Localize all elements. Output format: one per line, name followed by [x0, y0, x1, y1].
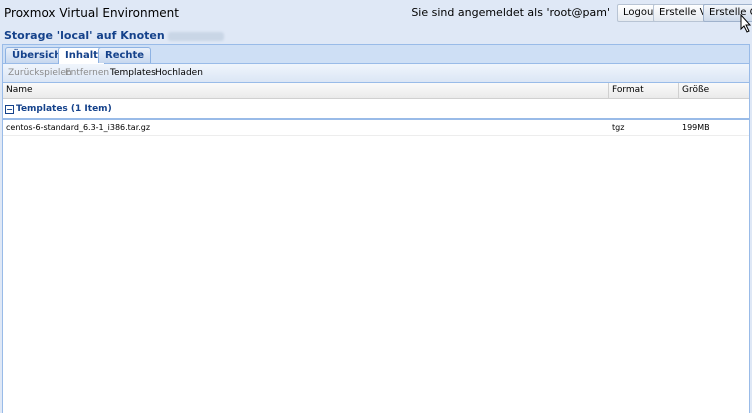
- remove-button[interactable]: Entfernen: [65, 68, 109, 78]
- top-bar: Proxmox Virtual Environment Sie sind ang…: [0, 0, 752, 24]
- content-toolbar: Zurückspielen Entfernen Templates Hochla…: [3, 64, 749, 83]
- node-name-redacted: [167, 31, 224, 41]
- tab-permissions[interactable]: Rechte: [98, 47, 152, 63]
- storage-title-text: Storage 'local' auf Knoten: [4, 29, 165, 42]
- column-header-format[interactable]: Format: [609, 83, 679, 98]
- storage-title: Storage 'local' auf Knoten: [4, 29, 224, 42]
- tab-strip: Übersicht Inhalt Rechte: [3, 45, 749, 64]
- storage-panel: Übersicht Inhalt Rechte Zurückspielen En…: [2, 44, 750, 413]
- login-info: Sie sind angemeldet als 'root@pam': [411, 6, 610, 19]
- table-row[interactable]: centos-6-standard_6.3-1_i386.tar.gz tgz …: [3, 121, 749, 136]
- group-row-templates[interactable]: − Templates (1 Item): [3, 102, 749, 120]
- collapse-icon[interactable]: −: [5, 105, 14, 114]
- mouse-cursor-icon: [740, 14, 752, 33]
- column-header-name[interactable]: Name: [3, 83, 609, 98]
- app-title: Proxmox Virtual Environment: [4, 6, 179, 20]
- upload-button[interactable]: Hochladen: [155, 68, 203, 78]
- cell-size: 199MB: [682, 123, 710, 132]
- templates-button[interactable]: Templates: [110, 68, 156, 78]
- restore-button[interactable]: Zurückspielen: [8, 68, 72, 78]
- cell-format: tgz: [612, 123, 625, 132]
- column-header-size[interactable]: Größe: [679, 83, 749, 98]
- group-label: Templates (1 Item): [16, 104, 112, 114]
- cell-name: centos-6-standard_6.3-1_i386.tar.gz: [6, 123, 151, 132]
- grid-header: Name Format Größe: [3, 83, 749, 99]
